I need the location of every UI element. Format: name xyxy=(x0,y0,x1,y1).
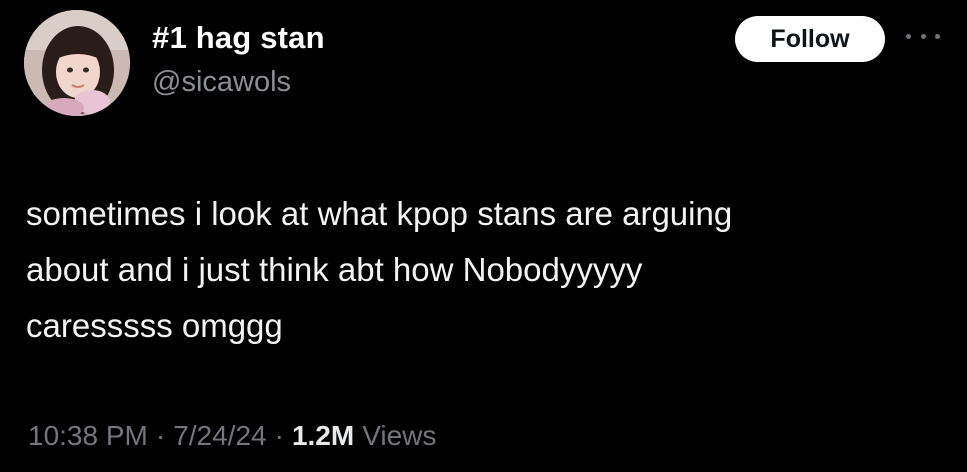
user-handle[interactable]: @sicawols xyxy=(152,66,291,99)
more-horizontal-icon xyxy=(906,33,911,39)
meta-separator: · xyxy=(155,420,166,451)
more-horizontal-icon xyxy=(935,33,940,39)
views-label: Views xyxy=(362,420,437,451)
tweet-meta: 10:38 PM · 7/24/24 · 1.2M Views xyxy=(28,420,436,452)
tweet-time[interactable]: 10:38 PM xyxy=(28,420,148,452)
more-horizontal-icon xyxy=(920,33,926,39)
meta-separator: · xyxy=(274,420,284,451)
more-options-button[interactable] xyxy=(906,26,940,46)
follow-button[interactable]: Follow xyxy=(735,16,885,62)
tweet-text: sometimes i look at what kpop stans are … xyxy=(26,186,946,354)
tweet-text-line: caresssss omggg xyxy=(26,307,283,344)
views-count: 1.2M xyxy=(291,420,355,451)
display-name[interactable]: #1 hag stan xyxy=(152,20,325,56)
avatar[interactable] xyxy=(24,10,130,116)
tweet-card: #1 hag stan @sicawols Follow sometimes i… xyxy=(0,0,967,472)
avatar-image xyxy=(24,10,130,116)
tweet-text-line: about and i just think abt how Nobodyyyy… xyxy=(26,251,643,288)
tweet-date[interactable]: 7/24/24 xyxy=(173,420,266,452)
tweet-text-line: sometimes i look at what kpop stans are … xyxy=(26,195,733,232)
